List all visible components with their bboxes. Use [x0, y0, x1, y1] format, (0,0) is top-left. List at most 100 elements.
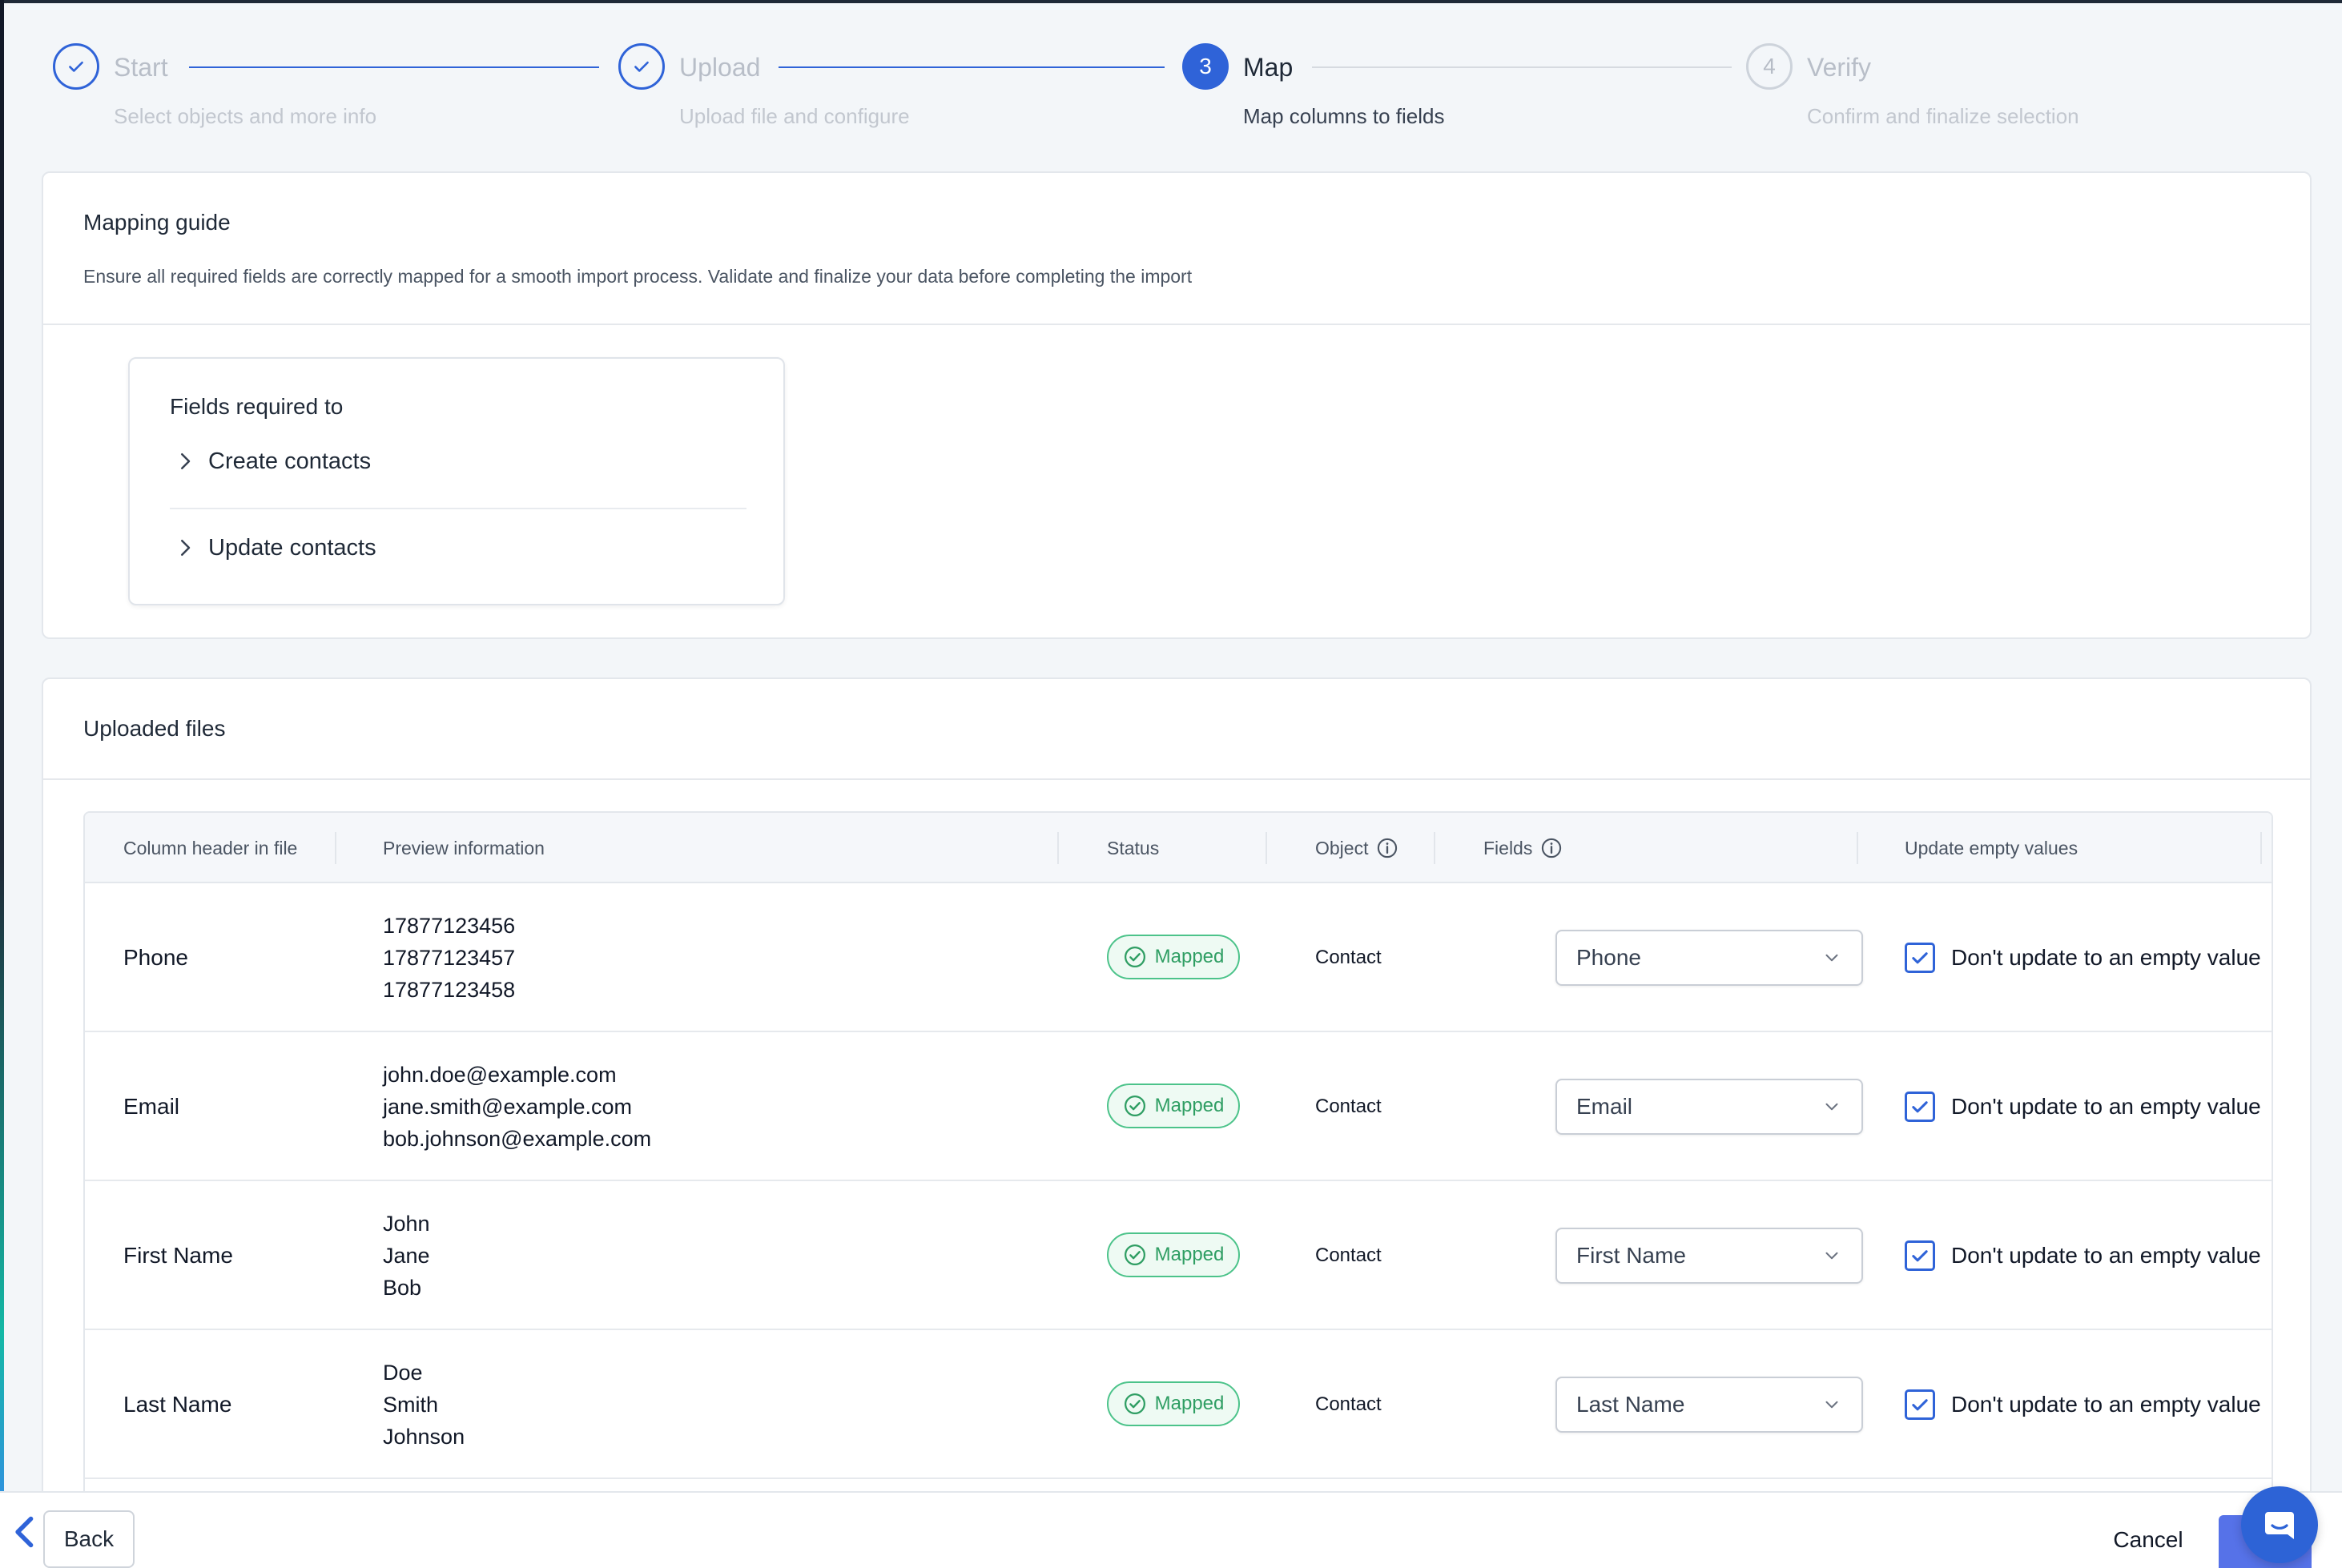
step-upload-title[interactable]: Upload [679, 53, 760, 82]
preview-value: 17877123458 [383, 978, 516, 1002]
th-separator[interactable] [1266, 832, 1267, 864]
preview-value: 17877123457 [383, 946, 516, 970]
chat-bubble-icon [2265, 1512, 2294, 1539]
mapping-guide-card: Mapping guide Ensure all required fields… [42, 171, 2312, 639]
update-empty-checkbox[interactable] [1905, 1092, 1935, 1122]
update-empty-checkbox[interactable] [1905, 943, 1935, 973]
update-empty-option: Don't update to an empty value [1905, 1330, 2261, 1479]
update-empty-option: Don't update to an empty value [1905, 1181, 2261, 1330]
create-contacts-label: Create contacts [208, 448, 372, 474]
row-object: Contact [1315, 947, 1382, 968]
mapping-guide-divider [43, 324, 2310, 325]
th-separator[interactable] [1434, 832, 1435, 864]
update-empty-option: Don't update to an empty value [1905, 883, 2261, 1032]
required-fields-separator [170, 508, 746, 509]
status-label: Mapped [1154, 946, 1225, 967]
window-left-accent [0, 0, 4, 1568]
fields-info-icon[interactable] [1540, 837, 1563, 859]
step-connector-1 [189, 66, 599, 68]
table-header: Column header in file Preview informatio… [85, 813, 2272, 883]
th-separator[interactable] [1057, 832, 1059, 864]
th-object-label: Object [1315, 837, 1369, 858]
status-label: Mapped [1154, 1095, 1225, 1116]
mapping-guide-title: Mapping guide [83, 210, 231, 235]
update-contacts-label: Update contacts [208, 534, 376, 561]
wizard-footer: Back Cancel [0, 1491, 2342, 1568]
cancel-button[interactable]: Cancel [2099, 1512, 2198, 1568]
mapping-table: Column header in file Preview informatio… [83, 811, 2273, 1508]
preview-value: Johnson [383, 1425, 465, 1449]
required-fields-box: Fields required to Create contacts Updat… [128, 357, 785, 605]
update-empty-checkbox[interactable] [1905, 1240, 1935, 1271]
update-empty-label: Don't update to an empty value [1951, 945, 2261, 970]
th-status: Status [1107, 837, 1160, 858]
arrow-left-icon[interactable] [10, 1514, 42, 1550]
checkmark-icon [1912, 1101, 1928, 1113]
step-map-title[interactable]: Map [1243, 53, 1293, 82]
table-row: First Name John Jane Bob Mapped Contact … [85, 1181, 2272, 1330]
chevron-down-icon [1825, 1103, 1838, 1111]
field-select[interactable]: First Name [1555, 1228, 1863, 1284]
table-row: Last Name Doe Smith Johnson Mapped Conta… [85, 1330, 2272, 1479]
step-verify-number: 4 [1746, 43, 1793, 90]
step-map-number: 3 [1182, 43, 1229, 90]
create-contacts-toggle[interactable]: Create contacts [173, 445, 371, 477]
status-badge: Mapped [1107, 1232, 1240, 1277]
th-separator[interactable] [1857, 832, 1858, 864]
field-select-value: First Name [1576, 1243, 1686, 1268]
step-map-subtitle: Map columns to fields [1243, 104, 1445, 128]
preview-value: Doe [383, 1361, 423, 1385]
step-connector-3 [1312, 66, 1732, 68]
uploaded-files-divider [43, 778, 2310, 780]
uploaded-files-title: Uploaded files [83, 716, 226, 741]
row-column-header: First Name [123, 1243, 233, 1268]
preview-value: 17877123456 [383, 914, 516, 938]
row-preview: Doe Smith Johnson [383, 1330, 465, 1479]
chat-launcher-button[interactable] [2241, 1486, 2318, 1563]
preview-value: Bob [383, 1276, 422, 1300]
chevron-down-icon [1825, 954, 1838, 962]
field-select[interactable]: Last Name [1555, 1377, 1863, 1433]
check-circle-icon [1124, 1096, 1145, 1116]
step-start-subtitle: Select objects and more info [114, 104, 377, 128]
update-empty-label: Don't update to an empty value [1951, 1392, 2261, 1417]
status-label: Mapped [1154, 1393, 1225, 1414]
object-info-icon[interactable] [1376, 837, 1398, 859]
chevron-right-icon [181, 453, 191, 469]
check-circle-icon [1124, 1244, 1145, 1265]
field-select[interactable]: Email [1555, 1079, 1863, 1135]
update-empty-label: Don't update to an empty value [1951, 1243, 2261, 1268]
chevron-right-icon [181, 540, 191, 556]
update-empty-option: Don't update to an empty value [1905, 1032, 2261, 1181]
preview-value: Jane [383, 1244, 430, 1268]
status-badge: Mapped [1107, 935, 1240, 979]
th-update-empty: Update empty values [1905, 837, 2078, 858]
preview-value: jane.smith@example.com [383, 1095, 633, 1119]
row-column-header: Last Name [123, 1392, 232, 1417]
preview-value: Smith [383, 1393, 439, 1417]
step-start-title[interactable]: Start [114, 53, 168, 82]
step-connector-2 [779, 66, 1165, 68]
th-separator[interactable] [2260, 832, 2262, 864]
step-upload-check-icon [618, 43, 665, 90]
update-contacts-toggle[interactable]: Update contacts [173, 532, 376, 564]
checkmark-icon [1912, 1250, 1928, 1262]
field-select[interactable]: Phone [1555, 930, 1863, 986]
field-select-value: Last Name [1576, 1392, 1685, 1417]
preview-value: John [383, 1212, 430, 1236]
th-column-header: Column header in file [123, 837, 298, 858]
th-separator[interactable] [335, 832, 336, 864]
row-preview: john.doe@example.com jane.smith@example.… [383, 1032, 651, 1181]
chevron-down-icon [1825, 1252, 1838, 1260]
th-fields-label: Fields [1483, 837, 1533, 858]
step-upload-subtitle: Upload file and configure [679, 104, 910, 128]
mapping-guide-description: Ensure all required fields are correctly… [83, 266, 1193, 287]
table-row: Phone 17877123456 17877123457 1787712345… [85, 883, 2272, 1032]
row-preview: John Jane Bob [383, 1181, 430, 1330]
chevron-down-icon [1825, 1401, 1838, 1409]
back-button[interactable]: Back [43, 1510, 135, 1568]
row-object: Contact [1315, 1244, 1382, 1266]
step-verify-subtitle: Confirm and finalize selection [1807, 104, 2079, 128]
update-empty-checkbox[interactable] [1905, 1389, 1935, 1420]
required-fields-title: Fields required to [170, 394, 344, 419]
